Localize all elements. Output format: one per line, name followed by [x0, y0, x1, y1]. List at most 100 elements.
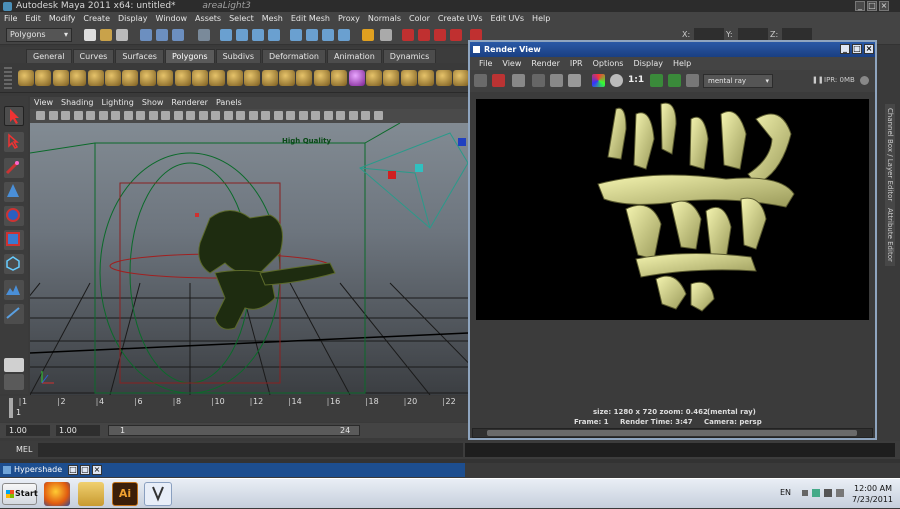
- snapshot-icon[interactable]: [512, 74, 525, 87]
- input-output-icon[interactable]: [380, 29, 392, 41]
- shelf-cylinder-icon[interactable]: [52, 70, 69, 86]
- scrollbar-thumb[interactable]: [487, 430, 857, 436]
- playback-start-field[interactable]: 1.00: [56, 425, 100, 436]
- shelf-prism-icon[interactable]: [122, 70, 139, 86]
- action-center-icon[interactable]: [836, 489, 844, 497]
- shelf-tab-surfaces[interactable]: Surfaces: [115, 49, 164, 63]
- select-hierarchy-icon[interactable]: [140, 29, 152, 41]
- render-view-maximize-button[interactable]: □: [852, 44, 862, 54]
- real-size-button[interactable]: 1:1: [628, 75, 644, 85]
- save-scene-icon[interactable]: [116, 29, 128, 41]
- shelf-pyramid-icon[interactable]: [139, 70, 156, 86]
- select-tool-icon[interactable]: [4, 106, 24, 126]
- rv-menu-render[interactable]: Render: [526, 57, 564, 70]
- clock-time[interactable]: 12:00 AM: [854, 484, 892, 493]
- shelf-soccer-ball-icon[interactable]: [192, 70, 208, 86]
- viewport-tool-24-icon[interactable]: [323, 111, 333, 120]
- render-view-close-button[interactable]: ×: [864, 44, 874, 54]
- viewport-tool-16-icon[interactable]: [223, 111, 233, 120]
- ipr-render-icon[interactable]: [418, 29, 430, 41]
- hypershade-restore-button[interactable]: □: [68, 465, 78, 475]
- viewport-tool-23-icon[interactable]: [311, 111, 320, 120]
- viewport-tool-28-icon[interactable]: [373, 111, 383, 120]
- viewport-tool-12-icon[interactable]: [173, 111, 183, 120]
- viewport-tool-3-icon[interactable]: [61, 111, 70, 120]
- history-icon[interactable]: [290, 29, 302, 41]
- volume-icon[interactable]: [824, 489, 832, 497]
- shelf-tab-dynamics[interactable]: Dynamics: [382, 49, 437, 63]
- rv-menu-display[interactable]: Display: [628, 57, 668, 70]
- viewport-menu-panels[interactable]: Panels: [212, 97, 246, 109]
- lock-icon[interactable]: [362, 29, 374, 41]
- viewport-tool-9-icon[interactable]: [136, 111, 145, 120]
- menu-set-dropdown[interactable]: Polygons: [6, 28, 72, 42]
- shelf-bridge-icon[interactable]: [331, 70, 348, 86]
- viewport-tool-1-icon[interactable]: [36, 111, 45, 120]
- layout-quad-icon[interactable]: [4, 374, 24, 390]
- menu-color[interactable]: Color: [405, 12, 434, 25]
- snap-point-icon[interactable]: [252, 29, 264, 41]
- render-layer-icon[interactable]: [668, 74, 681, 87]
- maya-taskbar-icon[interactable]: [144, 482, 172, 506]
- menu-window[interactable]: Window: [152, 12, 192, 25]
- attribute-editor-tab[interactable]: Attribute Editor: [885, 204, 895, 266]
- viewport-tool-26-icon[interactable]: [348, 111, 358, 120]
- rv-menu-file[interactable]: File: [474, 57, 497, 70]
- menu-proxy[interactable]: Proxy: [334, 12, 364, 25]
- command-input[interactable]: [38, 443, 463, 457]
- hypershade-minimized[interactable]: Hypershade □ ▢ ×: [0, 463, 465, 477]
- shelf-plane-icon[interactable]: [87, 70, 104, 86]
- explorer-icon[interactable]: [78, 482, 104, 506]
- shelf-cube-icon[interactable]: [35, 70, 52, 86]
- range-start-field[interactable]: 1.00: [6, 425, 50, 436]
- snap-grid-icon[interactable]: [220, 29, 232, 41]
- shelf-pipe-icon[interactable]: [157, 70, 174, 86]
- viewport-menu-shading[interactable]: Shading: [57, 97, 98, 109]
- maximize-button[interactable]: □: [867, 1, 877, 11]
- viewport-menu-view[interactable]: View: [30, 97, 57, 109]
- scale-tool-icon[interactable]: [4, 230, 24, 250]
- render-settings-icon[interactable]: [434, 29, 446, 41]
- shelf-tab-curves[interactable]: Curves: [72, 49, 115, 63]
- rotate-tool-icon[interactable]: [4, 206, 24, 226]
- display-real-size-icon[interactable]: [650, 74, 663, 87]
- rv-menu-help[interactable]: Help: [668, 57, 696, 70]
- viewport-tool-2-icon[interactable]: [48, 111, 58, 120]
- shelf-append-icon[interactable]: [348, 70, 365, 86]
- viewport-tool-8-icon[interactable]: [123, 111, 133, 120]
- keep-image-icon[interactable]: [550, 74, 563, 87]
- snap-plane-icon[interactable]: [268, 29, 280, 41]
- hypershade-close-button[interactable]: ×: [92, 465, 102, 475]
- shelf-combine-icon[interactable]: [226, 70, 243, 86]
- viewport-tool-5-icon[interactable]: [86, 111, 95, 120]
- shelf-make-hole-icon[interactable]: [383, 70, 400, 86]
- alpha-channel-icon[interactable]: [610, 74, 623, 87]
- firefox-icon[interactable]: [44, 482, 70, 506]
- grid-icon[interactable]: [322, 29, 334, 41]
- lasso-tool-icon[interactable]: [4, 132, 24, 152]
- menu-edit-uvs[interactable]: Edit UVs: [487, 12, 529, 25]
- viewport-tool-6-icon[interactable]: [98, 111, 108, 120]
- snap-curve-icon[interactable]: [236, 29, 248, 41]
- viewport-tool-13-icon[interactable]: [186, 111, 195, 120]
- shelf-tab-animation[interactable]: Animation: [326, 49, 382, 63]
- start-button[interactable]: Start: [2, 483, 38, 505]
- last-tool-icon[interactable]: [4, 304, 24, 324]
- channel-box-tab[interactable]: Channel Box / Layer Editor: [885, 104, 895, 206]
- menu-select[interactable]: Select: [225, 12, 258, 25]
- shelf-platonic-icon[interactable]: [209, 70, 226, 86]
- viewport-tool-19-icon[interactable]: [261, 111, 270, 120]
- refresh-ipr-icon[interactable]: [532, 74, 545, 87]
- shelf-torus-icon[interactable]: [105, 70, 121, 86]
- pause-ipr-icon[interactable]: ❚❚: [812, 76, 824, 84]
- shelf-tab-deformation[interactable]: Deformation: [262, 49, 326, 63]
- new-scene-icon[interactable]: [84, 29, 96, 41]
- hypershade-maximize-button[interactable]: ▢: [80, 465, 90, 475]
- illustrator-icon[interactable]: Ai: [112, 482, 138, 506]
- menu-normals[interactable]: Normals: [364, 12, 405, 25]
- clock-date[interactable]: 7/23/2011: [852, 495, 893, 504]
- shelf-extrude-icon[interactable]: [453, 70, 469, 86]
- shelf-insert-edge-icon[interactable]: [418, 70, 435, 86]
- network-icon[interactable]: [812, 489, 820, 497]
- outliner-toggle-icon[interactable]: [338, 29, 350, 41]
